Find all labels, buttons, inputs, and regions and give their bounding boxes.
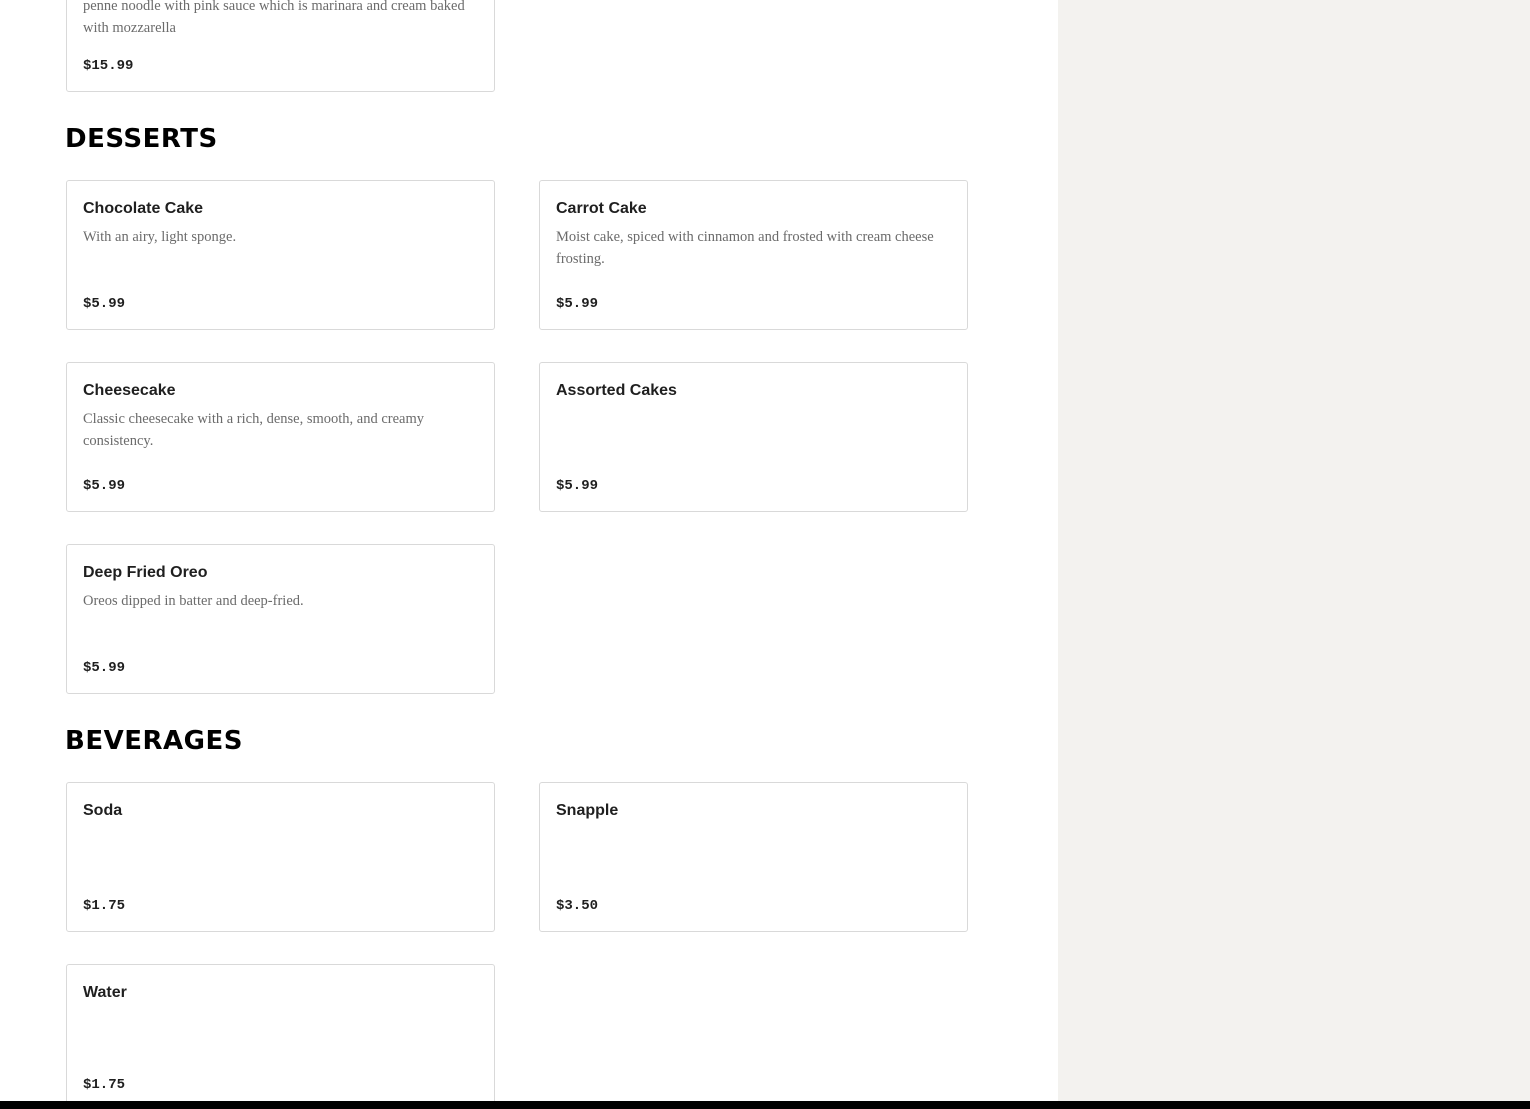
menu-item-name: Snapple (556, 802, 619, 819)
menu-item-name: Water (83, 984, 127, 1001)
menu-item-name: Chocolate Cake (83, 200, 204, 217)
menu-item-card[interactable]: Water $1.75 (66, 964, 495, 1109)
menu-item-price: $5.99 (556, 478, 599, 494)
menu-item-card[interactable]: Deep Fried Oreo Oreos dipped in batter a… (66, 544, 495, 694)
menu-item-card[interactable]: Assorted Cakes $5.99 (539, 362, 968, 512)
menu-item-card[interactable]: Cheesecake Classic cheesecake with a ric… (66, 362, 495, 512)
menu-item-price: $5.99 (83, 660, 126, 676)
menu-item-name: Carrot Cake (556, 200, 647, 217)
menu-item-card[interactable]: Carrot Cake Moist cake, spiced with cinn… (539, 180, 968, 330)
menu-item-description: Classic cheesecake with a rich, dense, s… (83, 411, 425, 449)
menu-item-name: Soda (83, 802, 123, 819)
menu-item-price: $1.75 (83, 1077, 126, 1093)
menu-item-name: Assorted Cakes (556, 382, 677, 399)
menu-item-description: With an airy, light sponge. (83, 229, 237, 245)
menu-item-price: $5.99 (83, 478, 126, 494)
menu-item-price: $5.99 (556, 296, 599, 312)
menu-item-card[interactable]: Snapple $3.50 (539, 782, 968, 932)
menu-item-description: penne noodle with pink sauce which is ma… (83, 0, 465, 36)
menu-page: penne noodle with pink sauce which is ma… (0, 0, 1530, 1109)
section-title-beverages: BEVERAGES (65, 726, 243, 756)
menu-item-price: $15.99 (83, 58, 134, 74)
menu-item-price: $5.99 (83, 296, 126, 312)
menu-item-description: Moist cake, spiced with cinnamon and fro… (556, 229, 934, 267)
menu-item-price: $1.75 (83, 898, 126, 914)
bottom-bar (0, 1101, 1530, 1109)
menu-item-name: Deep Fried Oreo (83, 564, 208, 581)
menu-item-name: Cheesecake (83, 382, 176, 399)
menu-item-description: Oreos dipped in batter and deep-fried. (83, 593, 304, 609)
side-panel (1058, 0, 1530, 1109)
menu-item-card[interactable]: Soda $1.75 (66, 782, 495, 932)
menu-item-card[interactable]: Chocolate Cake With an airy, light spong… (66, 180, 495, 330)
menu-item-card[interactable]: penne noodle with pink sauce which is ma… (66, 0, 495, 92)
section-title-desserts: DESSERTS (65, 124, 218, 154)
menu-item-price: $3.50 (556, 898, 599, 914)
